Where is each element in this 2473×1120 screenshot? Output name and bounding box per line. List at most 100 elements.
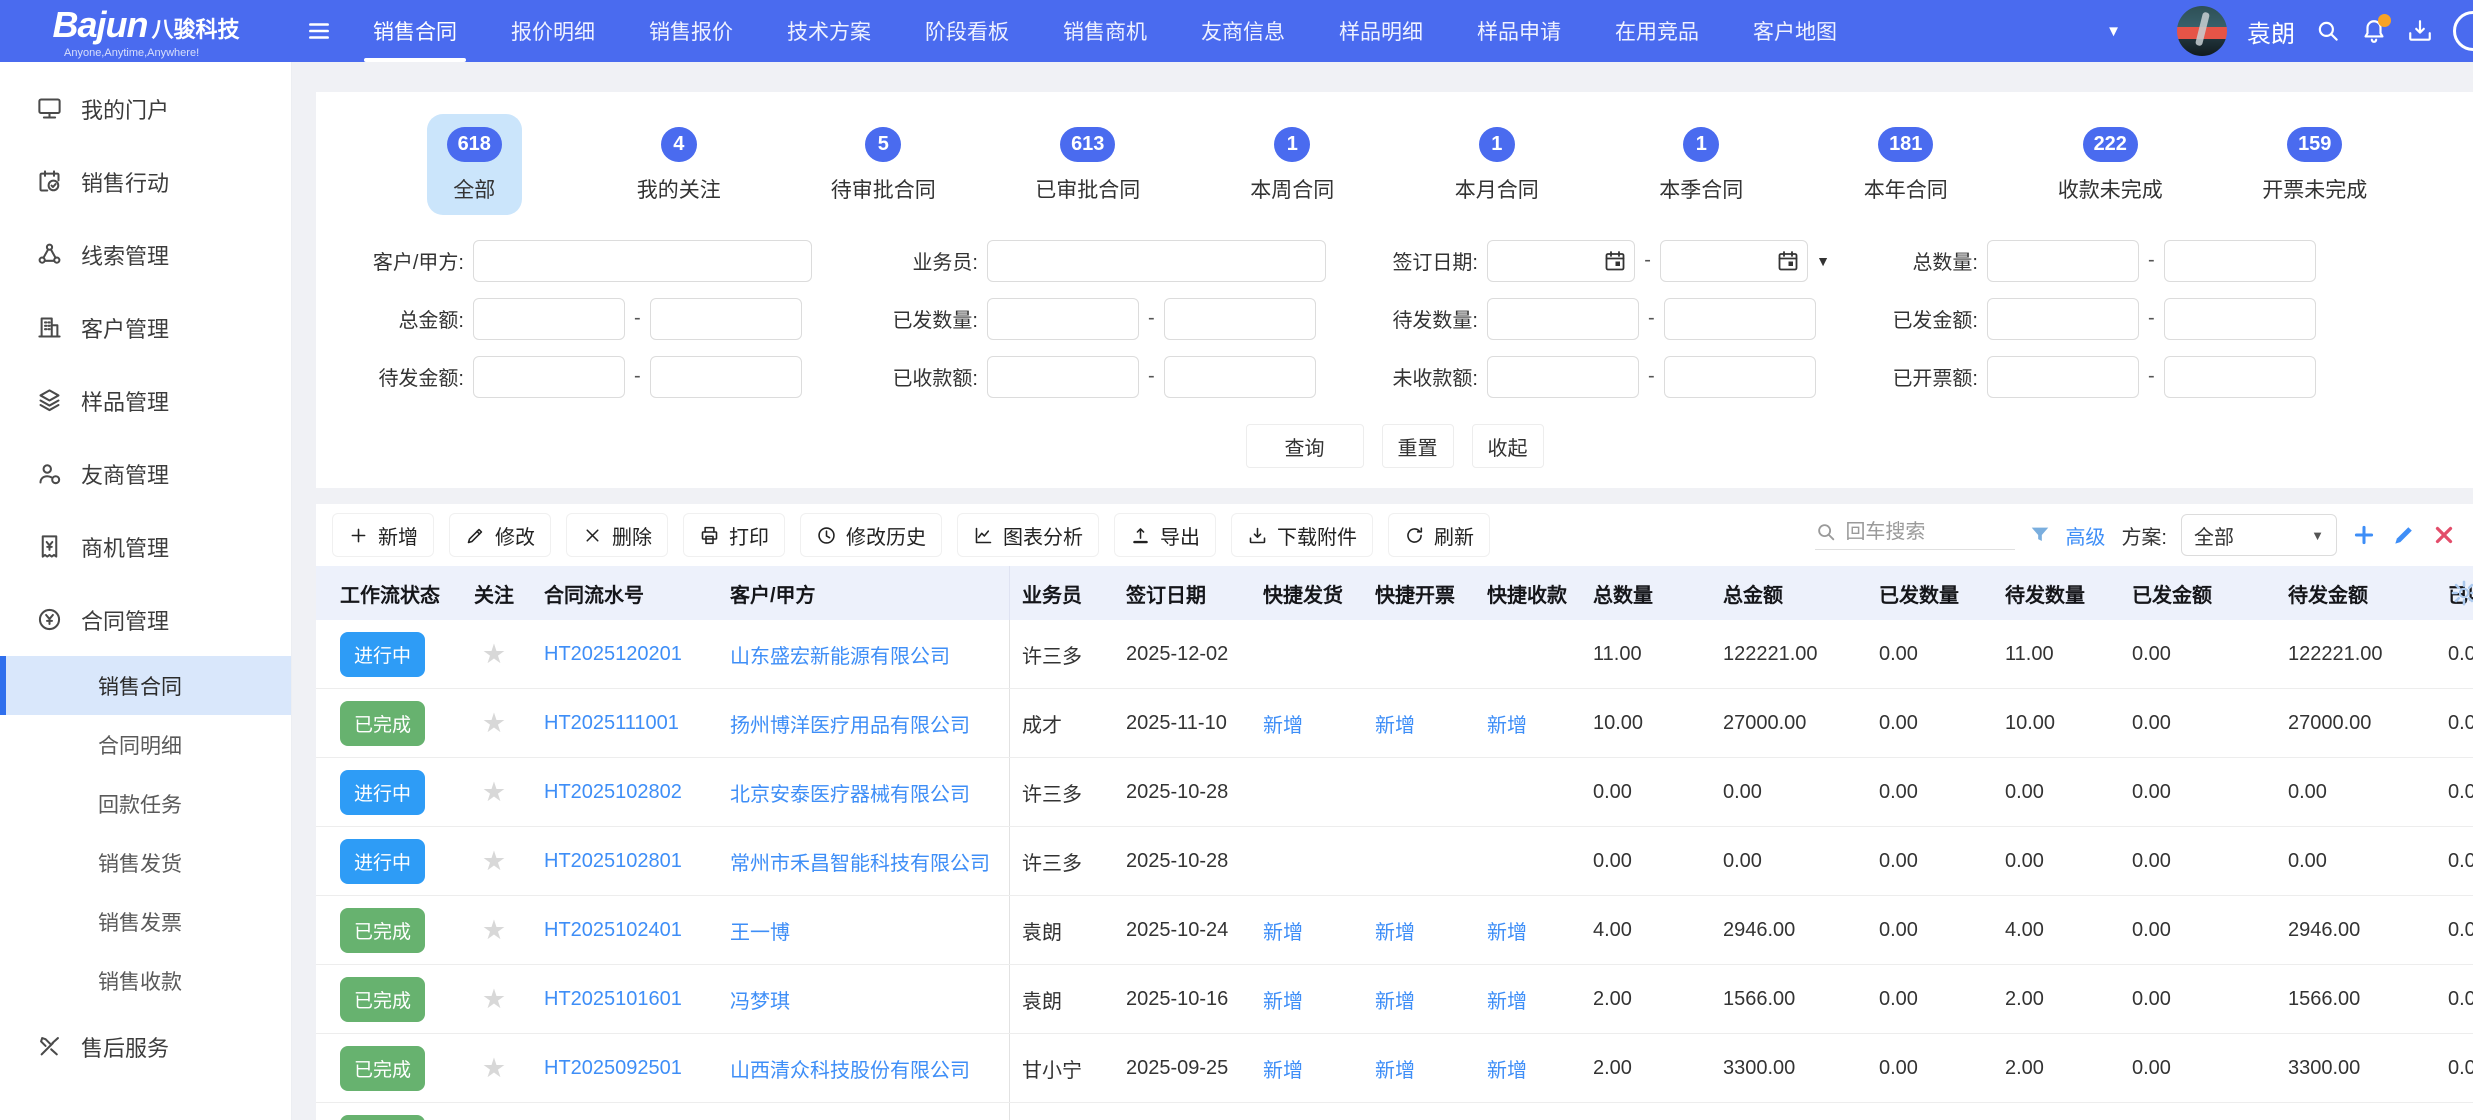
stat-tab[interactable]: 4我的关注 bbox=[617, 114, 741, 215]
edit-scheme-icon[interactable] bbox=[2391, 522, 2417, 548]
sidebar-item[interactable]: 合同管理 bbox=[0, 583, 291, 656]
sidebar-subitem[interactable]: 销售发货 bbox=[0, 833, 291, 892]
filter-input[interactable] bbox=[1987, 298, 2139, 340]
filter-input[interactable] bbox=[473, 356, 625, 398]
contract-serial-link[interactable]: HT2025102801 bbox=[544, 850, 682, 872]
nav-item[interactable]: 友商信息 bbox=[1174, 0, 1312, 62]
quick-add-link[interactable]: 新增 bbox=[1487, 1060, 1527, 1082]
nav-item[interactable]: 样品申请 bbox=[1450, 0, 1588, 62]
contract-serial-link[interactable]: HT2025111001 bbox=[544, 712, 679, 734]
customer-link[interactable]: 山东盛宏新能源有限公司 bbox=[730, 646, 950, 668]
table-row[interactable]: 已完成★HT2025092501山西清众科技股份有限公司甘小宁2025-09-2… bbox=[316, 1034, 2473, 1103]
filter-funnel-icon[interactable] bbox=[2029, 524, 2051, 546]
nav-item[interactable]: 技术方案 bbox=[760, 0, 898, 62]
nav-item[interactable]: 报价明细 bbox=[484, 0, 622, 62]
add-scheme-icon[interactable] bbox=[2351, 522, 2377, 548]
customer-link[interactable]: 冯梦琪 bbox=[730, 991, 790, 1013]
sidebar-item[interactable]: 线索管理 bbox=[0, 218, 291, 291]
quick-add-link[interactable]: 新增 bbox=[1487, 922, 1527, 944]
sidebar-item[interactable]: 商机管理 bbox=[0, 510, 291, 583]
filter-input[interactable] bbox=[1487, 356, 1639, 398]
contract-serial-link[interactable]: HT2025120201 bbox=[544, 643, 682, 665]
stat-tab[interactable]: 613已审批合同 bbox=[1015, 114, 1160, 215]
nav-item[interactable]: 在用竞品 bbox=[1588, 0, 1726, 62]
advanced-filter-link[interactable]: 高级 bbox=[2065, 521, 2105, 550]
star-icon[interactable]: ★ bbox=[482, 984, 506, 1014]
filter-input[interactable] bbox=[987, 298, 1139, 340]
nav-item[interactable]: 客户地图 bbox=[1726, 0, 1864, 62]
sidebar-item[interactable]: 友商管理 bbox=[0, 437, 291, 510]
contract-serial-link[interactable]: HT2025101601 bbox=[544, 988, 682, 1010]
filter-input[interactable] bbox=[987, 240, 1326, 282]
delete-scheme-icon[interactable] bbox=[2431, 522, 2457, 548]
sidebar-subitem[interactable]: 回款任务 bbox=[0, 774, 291, 833]
customer-link[interactable]: 扬州博洋医疗用品有限公司 bbox=[730, 715, 970, 737]
star-icon[interactable]: ★ bbox=[482, 639, 506, 669]
download-tray-icon[interactable] bbox=[2407, 18, 2433, 44]
query-button[interactable]: 查询 bbox=[1246, 424, 1364, 468]
sidebar-item[interactable]: 客户管理 bbox=[0, 291, 291, 364]
table-row[interactable]: 已完成★HT2025111001扬州博洋医疗用品有限公司成才2025-11-10… bbox=[316, 689, 2473, 758]
table-row[interactable]: 已完成★HT2025091901陕西能源电力运营有限公司小帅2025-09-19… bbox=[316, 1103, 2473, 1120]
stat-tab[interactable]: 1本季合同 bbox=[1639, 114, 1763, 215]
menu-hamburger-icon[interactable] bbox=[292, 0, 346, 62]
quick-add-link[interactable]: 新增 bbox=[1263, 1060, 1303, 1082]
scheme-select[interactable]: 全部 ▼ bbox=[2181, 514, 2337, 556]
search-input[interactable] bbox=[1845, 521, 2005, 544]
toolbar-button[interactable]: 导出 bbox=[1114, 513, 1216, 557]
calendar-icon[interactable] bbox=[1603, 249, 1627, 273]
toolbar-button[interactable]: 打印 bbox=[683, 513, 785, 557]
calendar-icon[interactable] bbox=[1776, 249, 1800, 273]
nav-item[interactable]: 销售合同 bbox=[346, 0, 484, 62]
column-settings-gear-icon[interactable] bbox=[2450, 579, 2473, 607]
date-mode-caret-icon[interactable]: ▼ bbox=[1816, 253, 1830, 269]
stat-tab[interactable]: 159开票未完成 bbox=[2242, 114, 2387, 215]
star-icon[interactable]: ★ bbox=[482, 777, 506, 807]
collapse-button[interactable]: 收起 bbox=[1472, 424, 1544, 468]
sidebar-item[interactable]: 我的门户 bbox=[0, 72, 291, 145]
toolbar-button[interactable]: 图表分析 bbox=[957, 513, 1099, 557]
quick-add-link[interactable]: 新增 bbox=[1487, 715, 1527, 737]
stat-tab[interactable]: 1本周合同 bbox=[1230, 114, 1354, 215]
stat-tab[interactable]: 222收款未完成 bbox=[2038, 114, 2183, 215]
quick-add-link[interactable]: 新增 bbox=[1263, 922, 1303, 944]
quick-add-link[interactable]: 新增 bbox=[1375, 1060, 1415, 1082]
sidebar-item[interactable]: 样品管理 bbox=[0, 364, 291, 437]
sidebar-item[interactable]: 售后服务 bbox=[0, 1010, 291, 1083]
sidebar-subitem[interactable]: 销售发票 bbox=[0, 892, 291, 951]
sidebar-subitem[interactable]: 合同明细 bbox=[0, 715, 291, 774]
sidebar-subitem[interactable]: 销售收款 bbox=[0, 951, 291, 1010]
filter-input[interactable] bbox=[473, 240, 812, 282]
filter-input[interactable] bbox=[473, 298, 625, 340]
sidebar-item[interactable]: 销售行动 bbox=[0, 145, 291, 218]
filter-input[interactable] bbox=[2164, 298, 2316, 340]
contract-serial-link[interactable]: HT2025102802 bbox=[544, 781, 682, 803]
nav-item[interactable]: 阶段看板 bbox=[898, 0, 1036, 62]
user-avatar[interactable] bbox=[2177, 6, 2227, 56]
customer-link[interactable]: 常州市禾昌智能科技有限公司 bbox=[730, 853, 990, 875]
nav-item[interactable]: 销售商机 bbox=[1036, 0, 1174, 62]
star-icon[interactable]: ★ bbox=[482, 1053, 506, 1083]
quick-add-link[interactable]: 新增 bbox=[1375, 715, 1415, 737]
toolbar-button[interactable]: 删除 bbox=[566, 513, 668, 557]
filter-input[interactable] bbox=[1164, 356, 1316, 398]
customer-link[interactable]: 王一博 bbox=[730, 922, 790, 944]
filter-input[interactable] bbox=[987, 356, 1139, 398]
customer-link[interactable]: 北京安泰医疗器械有限公司 bbox=[730, 784, 970, 806]
filter-input[interactable] bbox=[1664, 298, 1816, 340]
filter-input[interactable] bbox=[1987, 240, 2139, 282]
nav-item[interactable]: 样品明细 bbox=[1312, 0, 1450, 62]
filter-input[interactable] bbox=[1487, 298, 1639, 340]
filter-input[interactable] bbox=[1164, 298, 1316, 340]
quick-add-link[interactable]: 新增 bbox=[1375, 991, 1415, 1013]
stat-tab[interactable]: 1本月合同 bbox=[1435, 114, 1559, 215]
toolbar-button[interactable]: 新增 bbox=[332, 513, 434, 557]
stat-tab[interactable]: 5待审批合同 bbox=[811, 114, 956, 215]
quick-add-link[interactable]: 新增 bbox=[1375, 922, 1415, 944]
table-row[interactable]: 已完成★HT2025102401王一博袁朗2025-10-24新增新增新增4.0… bbox=[316, 896, 2473, 965]
toolbar-button[interactable]: 修改历史 bbox=[800, 513, 942, 557]
toolbar-button[interactable]: 修改 bbox=[449, 513, 551, 557]
quick-add-link[interactable]: 新增 bbox=[1487, 991, 1527, 1013]
table-row[interactable]: 进行中★HT2025120201山东盛宏新能源有限公司许三多2025-12-02… bbox=[316, 620, 2473, 689]
star-icon[interactable]: ★ bbox=[482, 708, 506, 738]
